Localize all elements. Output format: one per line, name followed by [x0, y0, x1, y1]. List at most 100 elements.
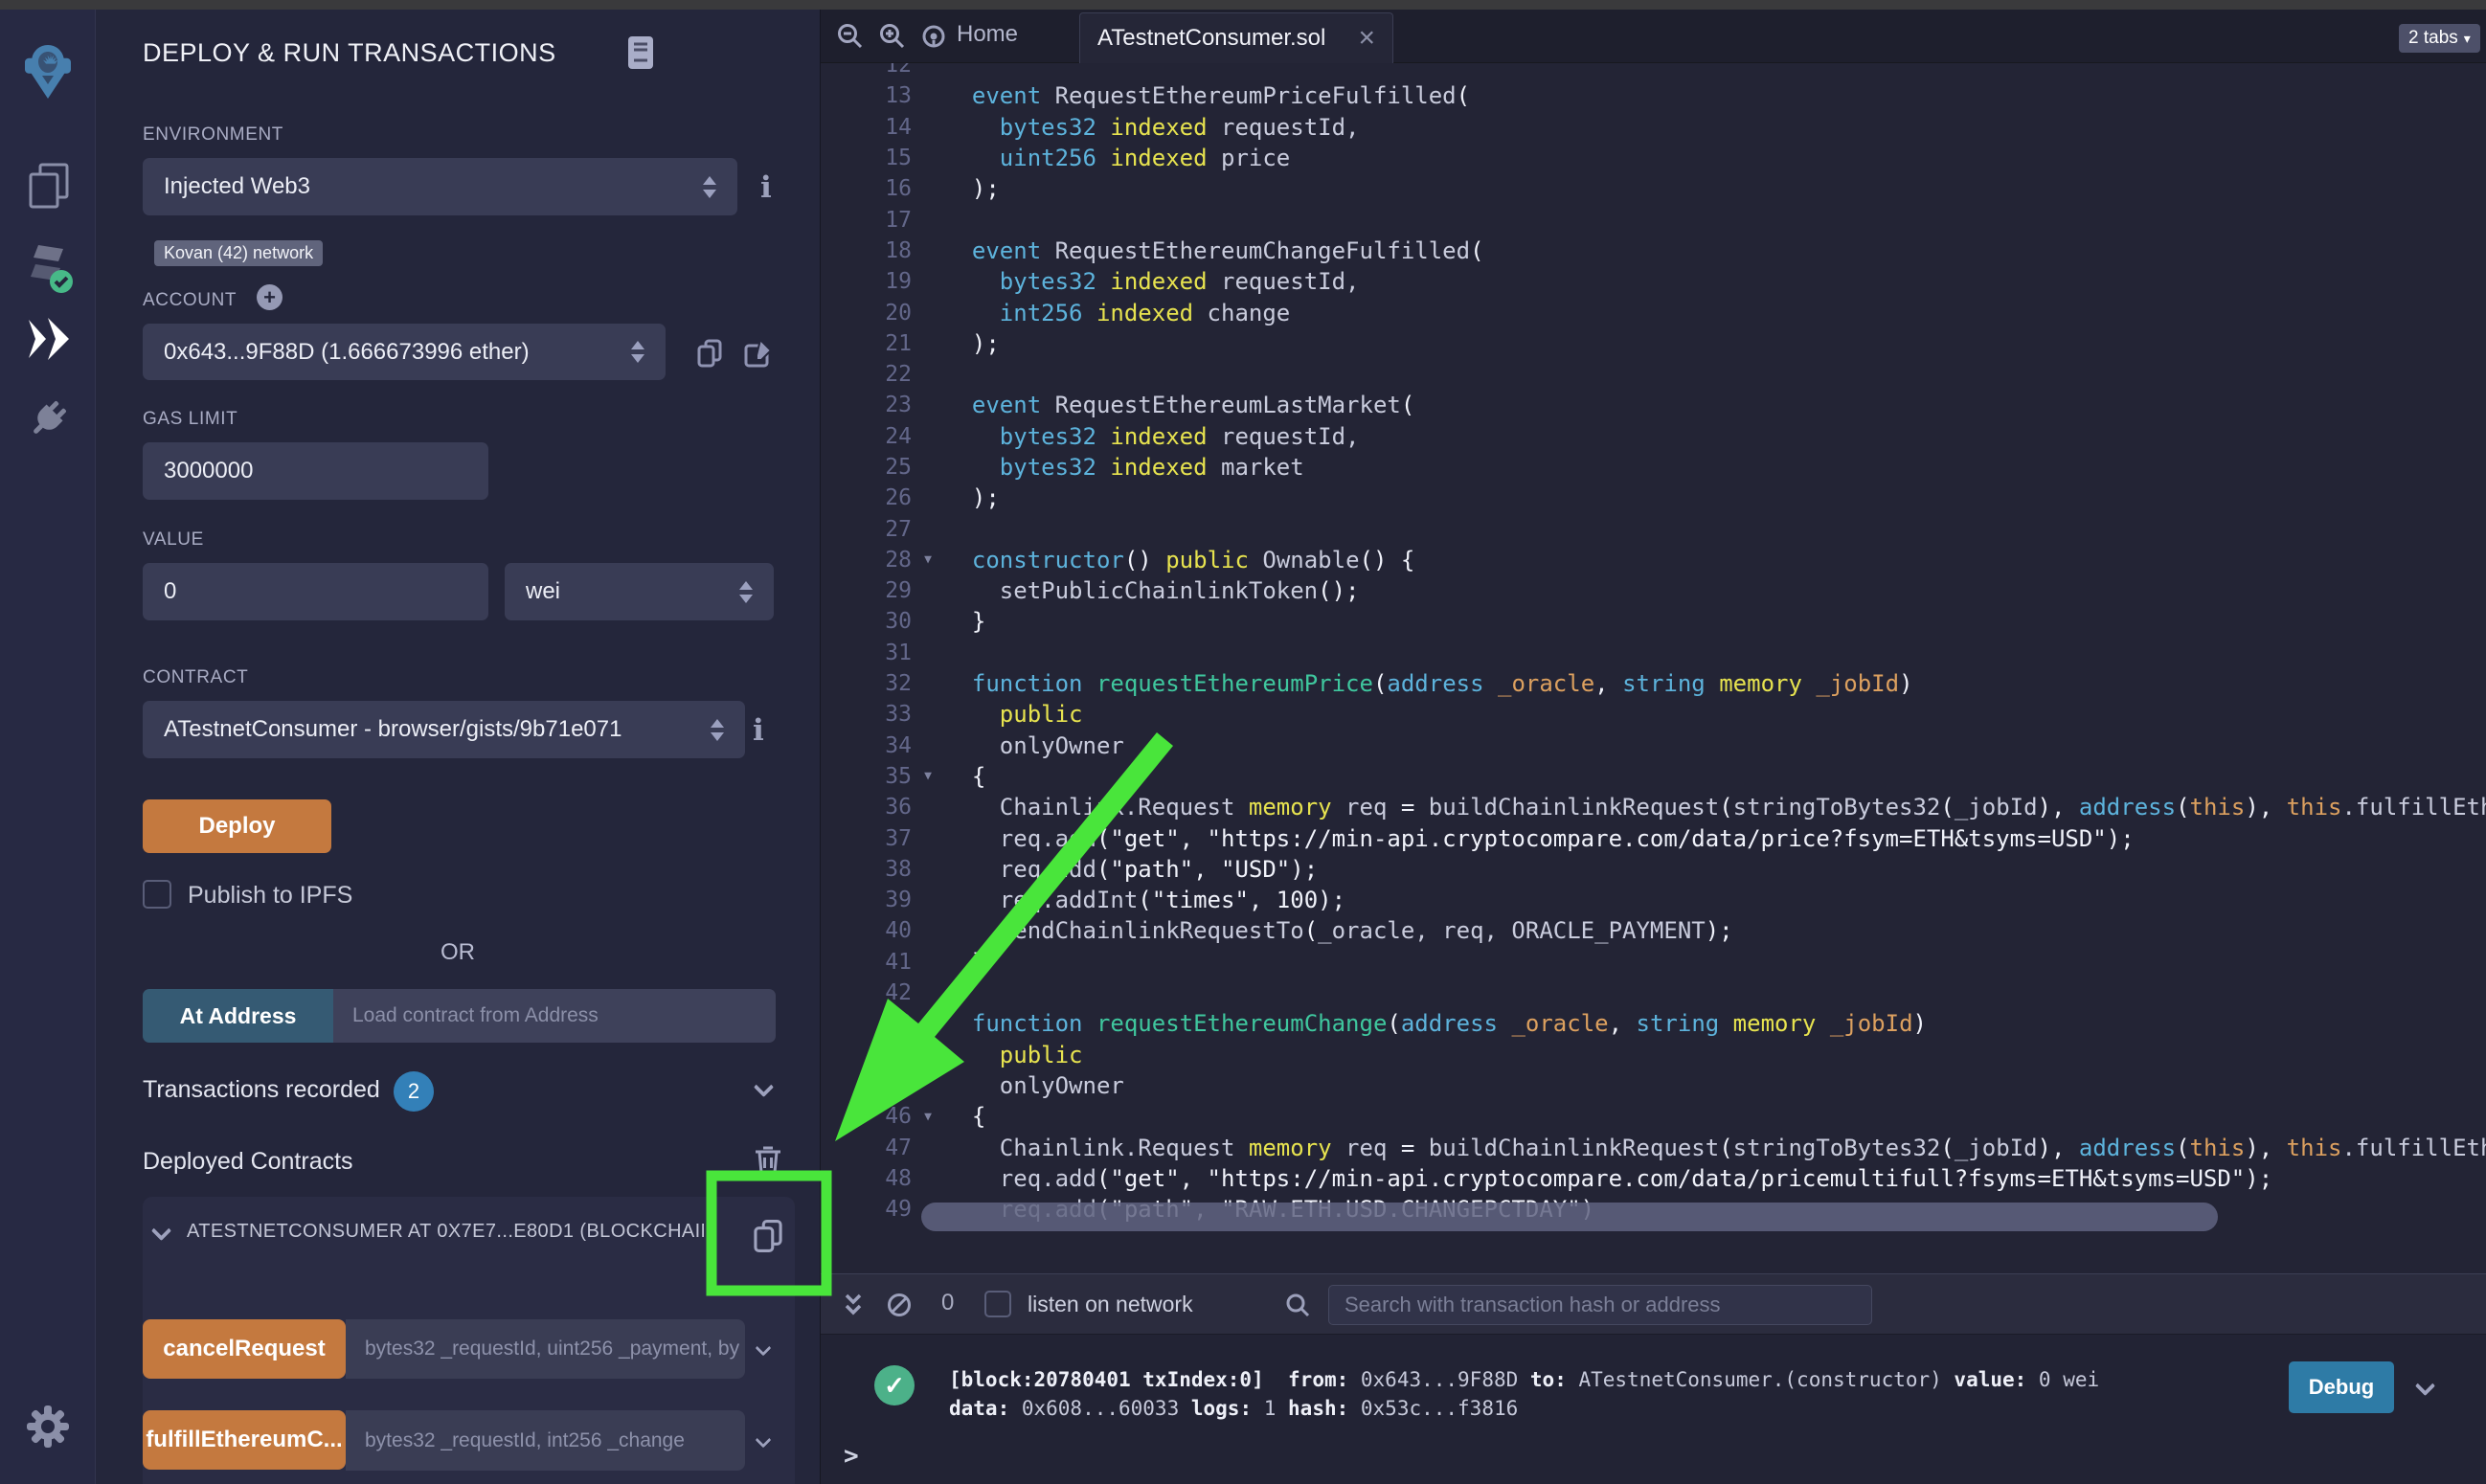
close-tab-icon[interactable]: ×	[1358, 24, 1375, 53]
line-number: 24	[821, 424, 912, 449]
line-number: 30	[821, 609, 912, 634]
line-number: 27	[821, 517, 912, 542]
code-text: function requestEthereumPrice(address _o…	[944, 670, 1913, 697]
remix-logo-icon[interactable]	[19, 42, 77, 101]
log-expand-icon[interactable]	[2415, 1376, 2435, 1396]
line-number: 31	[821, 641, 912, 665]
horizontal-scrollbar[interactable]	[921, 1203, 2218, 1231]
copy-contract-address-icon[interactable]	[750, 1218, 786, 1254]
gas-limit-input[interactable]	[164, 458, 467, 484]
at-address-input[interactable]	[352, 1004, 757, 1027]
code-text: );	[944, 330, 1000, 357]
cancel-request-expand-icon[interactable]	[756, 1340, 772, 1357]
fold-marker-icon[interactable]: ▼	[912, 1110, 944, 1124]
contract-select[interactable]: ATestnetConsumer - browser/gists/9b71e07…	[143, 701, 745, 758]
home-tab-icon[interactable]	[920, 23, 947, 50]
fulfill-ethereum-change-button[interactable]: fulfillEthereumC...	[143, 1410, 346, 1470]
listen-network-label: listen on network	[1028, 1292, 1193, 1317]
tab-active-file[interactable]: ATestnetConsumer.sol ×	[1079, 12, 1393, 63]
environment-select[interactable]: Injected Web3	[143, 158, 737, 215]
value-input[interactable]	[164, 578, 467, 605]
deployed-contract-title[interactable]: ATESTNETCONSUMER AT 0X7E7...E80D1 (BLOCK…	[187, 1221, 704, 1243]
fulfill-expand-icon[interactable]	[756, 1432, 772, 1449]
account-select[interactable]: 0x643...9F88D (1.666673996 ether)	[143, 324, 666, 380]
fold-marker-icon[interactable]: ▼	[912, 769, 944, 783]
publish-ipfs-checkbox[interactable]	[143, 880, 171, 909]
cancel-request-button[interactable]: cancelRequest	[143, 1319, 346, 1379]
plugin-manager-icon[interactable]	[25, 396, 71, 442]
code-text: onlyOwner	[944, 732, 1124, 759]
fulfill-params-input[interactable]: bytes32 _requestId, int256 _change	[346, 1410, 745, 1471]
add-account-icon[interactable]: +	[257, 284, 282, 310]
code-line: 46▼ {	[821, 1101, 2486, 1132]
search-icon	[1284, 1292, 1311, 1318]
zoom-out-icon[interactable]	[836, 22, 865, 51]
code-text: Chainlink.Request memory req = buildChai…	[944, 794, 2486, 821]
settings-gear-icon[interactable]	[25, 1404, 71, 1450]
code-text: sendChainlinkRequestTo(_oracle, req, ORA…	[944, 917, 1733, 944]
at-address-button[interactable]: At Address	[143, 989, 333, 1043]
code-text: }	[944, 949, 985, 976]
line-number: 36	[821, 795, 912, 820]
clear-console-ban-icon[interactable]	[886, 1292, 913, 1318]
line-number: 29	[821, 578, 912, 603]
code-lines[interactable]: 1213 event RequestEthereumPriceFulfilled…	[821, 50, 2486, 1225]
zoom-in-icon[interactable]	[878, 22, 907, 51]
tab-home[interactable]: Home	[957, 21, 1018, 48]
code-line: 30 }	[821, 606, 2486, 637]
edit-account-icon[interactable]	[743, 338, 774, 369]
deploy-button[interactable]: Deploy	[143, 799, 331, 853]
code-line: 18 event RequestEthereumChangeFulfilled(	[821, 236, 2486, 266]
tabs-count-label: 2 tabs	[2408, 28, 2458, 49]
transactions-collapse-icon[interactable]	[754, 1077, 774, 1097]
line-number: 32	[821, 671, 912, 696]
code-line: 42	[821, 978, 2486, 1008]
code-text: public	[944, 1042, 1083, 1068]
deployed-contracts-label: Deployed Contracts	[143, 1148, 353, 1176]
deploy-run-icon[interactable]	[25, 316, 73, 362]
account-value: 0x643...9F88D (1.666673996 ether)	[164, 339, 530, 366]
code-line: 14 bytes32 indexed requestId,	[821, 112, 2486, 143]
line-number: 17	[821, 208, 912, 233]
window-top-strip	[0, 0, 2486, 10]
code-text: event RequestEthereumChangeFulfilled(	[944, 237, 1484, 264]
deployed-contract-card: ATESTNETCONSUMER AT 0X7E7...E80D1 (BLOCK…	[143, 1197, 795, 1484]
transactions-count-badge: 2	[394, 1071, 434, 1112]
debug-button[interactable]: Debug	[2289, 1361, 2394, 1413]
code-line: 47 Chainlink.Request memory req = buildC…	[821, 1132, 2486, 1162]
code-text: );	[944, 175, 1000, 202]
contract-expand-icon[interactable]	[151, 1221, 171, 1241]
line-number: 42	[821, 980, 912, 1005]
solidity-compiler-icon[interactable]	[25, 241, 75, 295]
cancel-request-params-input[interactable]: bytes32 _requestId, uint256 _payment, by	[346, 1319, 745, 1379]
contract-info-icon[interactable]: i	[753, 713, 764, 748]
environment-info-icon[interactable]: i	[760, 170, 772, 205]
line-number: 21	[821, 331, 912, 356]
code-line: 48 req.add("get", "https://min-api.crypt…	[821, 1163, 2486, 1194]
panel-title: DEPLOY & RUN TRANSACTIONS	[143, 38, 556, 68]
line-number: 49	[821, 1197, 912, 1222]
code-text: bytes32 indexed market	[944, 454, 1304, 481]
code-line: 27	[821, 513, 2486, 544]
code-line: 17	[821, 204, 2486, 235]
network-badge: Kovan (42) network	[154, 240, 323, 266]
transaction-log[interactable]: [block:20780401 txIndex:0] from: 0x643..…	[949, 1365, 2112, 1423]
expand-terminal-icon[interactable]	[840, 1293, 867, 1319]
clear-deployed-trash-icon[interactable]	[751, 1143, 785, 1180]
copy-account-icon[interactable]	[694, 338, 725, 369]
terminal-search-input[interactable]	[1345, 1293, 1856, 1317]
fold-marker-icon[interactable]: ▼	[912, 552, 944, 567]
listen-network-checkbox[interactable]	[984, 1291, 1011, 1317]
remix-ide-window: DEPLOY & RUN TRANSACTIONS ENVIRONMENT In…	[0, 0, 2486, 1484]
at-address-input-wrap	[333, 989, 776, 1043]
tabs-dropdown-button[interactable]: 2 tabs ▾	[2399, 24, 2480, 53]
line-number: 43	[821, 1011, 912, 1036]
select-arrows-icon	[703, 176, 716, 198]
terminal-prompt[interactable]: >	[844, 1442, 859, 1471]
documentation-icon[interactable]	[624, 34, 659, 73]
line-number: 20	[821, 301, 912, 326]
value-unit-select[interactable]: wei	[505, 563, 774, 620]
environment-value: Injected Web3	[164, 173, 310, 200]
file-explorer-icon[interactable]	[25, 161, 73, 211]
gas-limit-label: GAS LIMIT	[143, 409, 237, 430]
